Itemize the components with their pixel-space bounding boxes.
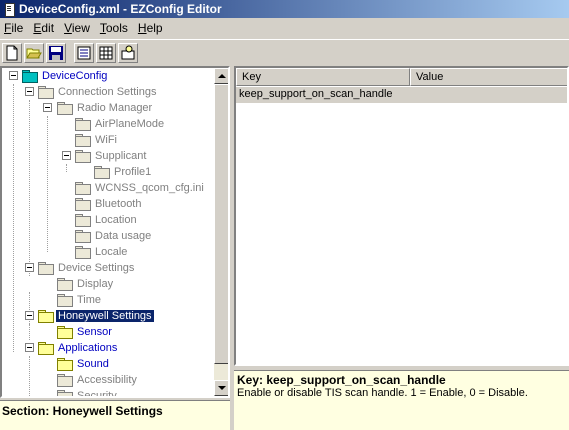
- toolbar: [0, 39, 569, 65]
- tree-node-sound[interactable]: Sound: [57, 356, 111, 372]
- folder-icon: [75, 181, 91, 195]
- grid-icon: [99, 46, 113, 59]
- menu-bar: File Edit View Tools Help: [0, 18, 569, 38]
- description-text: Enable or disable TIS scan handle. 1 = E…: [237, 387, 528, 399]
- tree-node-connection-settings[interactable]: Connection Settings: [20, 84, 158, 100]
- section-status: Section: Honeywell Settings: [0, 400, 230, 430]
- menu-edit[interactable]: Edit: [29, 21, 60, 35]
- collapse-toggle[interactable]: [25, 343, 34, 352]
- tree-node-time[interactable]: Time: [57, 292, 103, 308]
- properties-button[interactable]: [74, 42, 94, 63]
- key-value-list[interactable]: Key Value keep_support_on_scan_handle: [234, 66, 569, 366]
- tree-node-location[interactable]: Location: [75, 212, 139, 228]
- arrow-up-icon: [218, 74, 226, 78]
- menu-tools[interactable]: Tools: [96, 21, 134, 35]
- folder-icon: [57, 373, 73, 387]
- folder-icon: [57, 389, 73, 396]
- folder-icon: [57, 293, 73, 307]
- folder-icon: [57, 101, 73, 115]
- menu-view[interactable]: View: [60, 21, 96, 35]
- folder-icon: [22, 69, 38, 83]
- tree-node-wcnss[interactable]: WCNSS_qcom_cfg.ini: [75, 180, 206, 196]
- folder-icon: [75, 229, 91, 243]
- open-button[interactable]: [24, 42, 44, 63]
- description-key: Key: keep_support_on_scan_handle: [237, 373, 446, 387]
- tree-node-locale[interactable]: Locale: [75, 244, 129, 260]
- scroll-thumb[interactable]: [214, 84, 228, 364]
- menu-file[interactable]: File: [0, 21, 29, 35]
- collapse-toggle[interactable]: [43, 103, 52, 112]
- collapse-toggle[interactable]: [62, 151, 71, 160]
- collapse-toggle[interactable]: [25, 87, 34, 96]
- new-button[interactable]: [2, 42, 22, 63]
- tree-node-bluetooth[interactable]: Bluetooth: [75, 196, 143, 212]
- import-icon: [121, 45, 135, 59]
- document-app-icon: [2, 2, 16, 17]
- column-header-key[interactable]: Key: [236, 68, 410, 86]
- collapse-toggle[interactable]: [25, 263, 34, 272]
- properties-icon: [77, 46, 91, 59]
- menu-help[interactable]: Help: [134, 21, 169, 35]
- list-row[interactable]: keep_support_on_scan_handle: [236, 87, 567, 103]
- tree-node-data-usage[interactable]: Data usage: [75, 228, 153, 244]
- folder-icon: [38, 261, 54, 275]
- collapse-toggle[interactable]: [25, 311, 34, 320]
- save-icon: [49, 45, 63, 60]
- folder-icon: [75, 117, 91, 131]
- folder-icon: [75, 133, 91, 147]
- open-folder-icon: [38, 309, 54, 323]
- open-folder-icon: [26, 48, 42, 58]
- tree-node-supplicant[interactable]: Supplicant: [58, 148, 148, 164]
- tree-node-applications[interactable]: Applications: [20, 340, 119, 356]
- tree-node-wifi[interactable]: WiFi: [75, 132, 119, 148]
- collapse-toggle[interactable]: [9, 71, 18, 80]
- tree-node-profile1[interactable]: Profile1: [94, 164, 153, 180]
- arrow-down-icon: [218, 386, 226, 390]
- folder-icon: [57, 325, 73, 339]
- tree-vertical-scrollbar[interactable]: [214, 68, 228, 396]
- row-key: keep_support_on_scan_handle: [239, 88, 393, 100]
- tree-node-accessibility[interactable]: Accessibility: [57, 372, 139, 388]
- tree-node-radio-manager[interactable]: Radio Manager: [39, 100, 154, 116]
- grid-button[interactable]: [96, 42, 116, 63]
- tree-node-honeywell-settings[interactable]: Honeywell Settings: [20, 308, 155, 324]
- tree-node-display[interactable]: Display: [57, 276, 115, 292]
- window-title: DeviceConfig.xml - EZConfig Editor: [19, 2, 222, 16]
- folder-icon: [75, 197, 91, 211]
- folder-icon: [38, 341, 54, 355]
- tree-node-airplanemode[interactable]: AirPlaneMode: [75, 116, 166, 132]
- description-pane: Key: keep_support_on_scan_handle Enable …: [234, 370, 569, 430]
- import-button[interactable]: [118, 42, 138, 63]
- folder-icon: [57, 357, 73, 371]
- column-header-value[interactable]: Value: [410, 68, 567, 86]
- tree-node-device-settings[interactable]: Device Settings: [20, 260, 136, 276]
- folder-icon: [75, 213, 91, 227]
- save-button[interactable]: [46, 42, 66, 63]
- folder-icon: [94, 165, 110, 179]
- folder-icon: [75, 149, 91, 163]
- tree-node-deviceconfig[interactable]: DeviceConfig: [4, 68, 109, 84]
- section-tree[interactable]: DeviceConfig Connection Settings Radio M…: [0, 66, 230, 398]
- scroll-down-button[interactable]: [214, 380, 228, 396]
- folder-icon: [57, 277, 73, 291]
- folder-icon: [75, 245, 91, 259]
- tree-node-security[interactable]: Security: [57, 388, 119, 396]
- folder-icon: [38, 85, 54, 99]
- title-bar: DeviceConfig.xml - EZConfig Editor: [0, 0, 569, 18]
- scroll-up-button[interactable]: [214, 68, 228, 84]
- new-file-icon: [6, 45, 18, 60]
- tree-node-sensor[interactable]: Sensor: [57, 324, 114, 340]
